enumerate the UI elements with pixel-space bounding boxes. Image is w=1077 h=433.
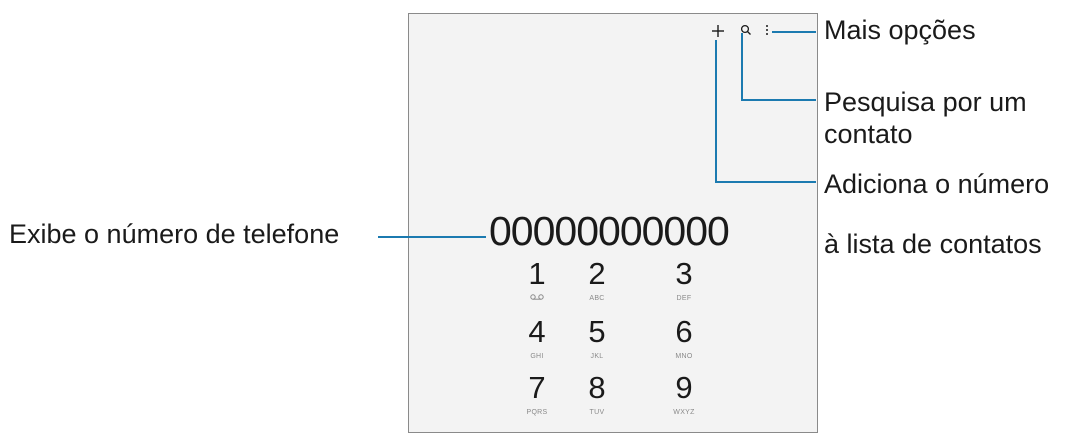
callout-search-line2: contato	[824, 119, 913, 149]
keypad-key-3[interactable]: 3 DEF	[654, 258, 714, 304]
plus-icon[interactable]	[711, 24, 725, 38]
key-letters: WXYZ	[673, 409, 695, 416]
phone-number-display: 00000000000	[489, 208, 730, 254]
key-letters: JKL	[590, 353, 604, 360]
callout-search-line1: Pesquisa por um	[824, 87, 1027, 117]
key-digit: 9	[675, 370, 693, 405]
key-letters: ABC	[589, 295, 605, 302]
key-digit: 2	[588, 256, 606, 291]
callout-add-line1: Adiciona o número	[824, 169, 1050, 199]
keypad-key-2[interactable]: 2 ABC	[567, 258, 627, 304]
keypad-key-9[interactable]: 9 WXYZ	[654, 372, 714, 418]
key-digit: 7	[528, 370, 546, 405]
key-letters: TUV	[589, 409, 605, 416]
key-letters: GHI	[530, 353, 544, 360]
key-letters: PQRS	[526, 409, 548, 416]
keypad-key-7[interactable]: 7 PQRS	[507, 372, 567, 418]
callout-line-more-options	[772, 31, 816, 33]
keypad-key-4[interactable]: 4 GHI	[507, 316, 567, 362]
callout-line-add-h	[715, 181, 816, 183]
key-digit: 5	[588, 314, 606, 349]
phone-screen: 00000000000 1 2 ABC 3 DEF 4 GHI 5 JKL 6 …	[408, 13, 818, 433]
callout-more-options: Mais opções	[824, 15, 976, 45]
key-digit: 1	[528, 256, 546, 291]
keypad-key-5[interactable]: 5 JKL	[567, 316, 627, 362]
callout-number-display: Exibe o número de telefone	[9, 219, 340, 249]
key-letters: MNO	[675, 353, 693, 360]
key-digit: 8	[588, 370, 606, 405]
key-digit: 6	[675, 314, 693, 349]
callout-line-number	[378, 236, 486, 238]
keypad-key-6[interactable]: 6 MNO	[654, 316, 714, 362]
key-digit: 3	[675, 256, 693, 291]
key-digit: 4	[528, 314, 546, 349]
callout-add-line2: à lista de contatos	[824, 229, 1042, 259]
callout-line-search-h	[741, 99, 816, 101]
callout-line-search	[741, 33, 743, 101]
keypad-key-8[interactable]: 8 TUV	[567, 372, 627, 418]
voicemail-icon	[530, 294, 544, 300]
callout-line-add	[715, 40, 717, 183]
more-options-icon[interactable]	[765, 24, 769, 36]
key-letters: DEF	[676, 295, 692, 302]
keypad-key-1[interactable]: 1	[507, 258, 567, 300]
